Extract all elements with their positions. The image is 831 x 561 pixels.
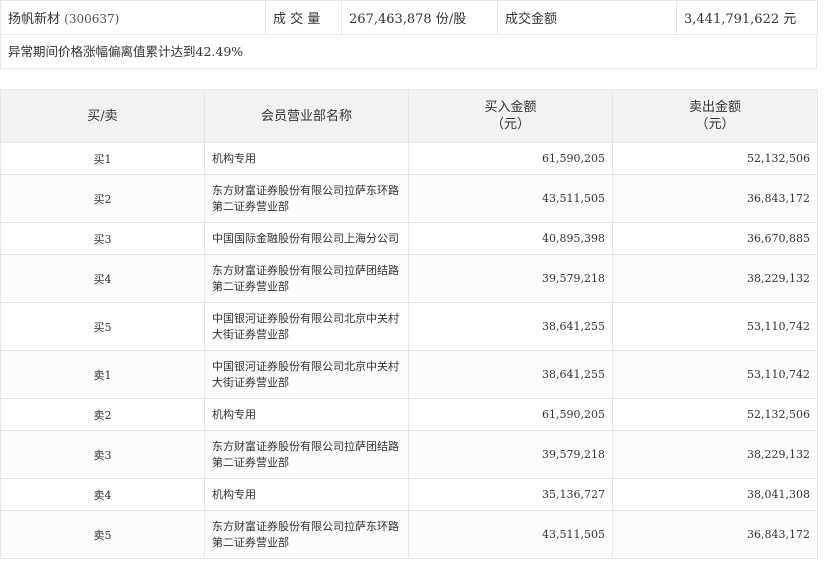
header-buy: 买入金额 （元） xyxy=(408,89,613,143)
table-row: 买2 东方财富证券股份有限公司拉萨东环路 第二证券营业部 43,511,505 36,8… xyxy=(0,174,818,223)
dept-cell: 中国银河证券股份有限公司北京中关村 大街证券营业部 xyxy=(204,350,409,399)
stock-report: 扬帆新材 (300637) 成 交 量 267,463,878 份/股 成交金额… xyxy=(0,0,818,559)
sell-amount-cell: 36,843,172 xyxy=(612,510,818,559)
dept-cell: 中国国际金融股份有限公司上海分公司 xyxy=(204,222,409,255)
side-cell: 买5 xyxy=(0,302,205,351)
dept-line-2: 大街证券营业部 xyxy=(212,375,289,389)
header-buy-unit: （元） xyxy=(490,117,530,132)
buy-amount-cell: 39,579,218 xyxy=(408,430,613,479)
amount-label: 成交金额 xyxy=(497,0,677,35)
side-cell: 买1 xyxy=(0,142,205,175)
dept-line-1: 机构专用 xyxy=(212,151,256,165)
side-cell: 卖1 xyxy=(0,350,205,399)
deviation-note: 异常期间价格涨幅偏离值累计达到42.49% xyxy=(0,35,817,69)
dept-line-2: 第二证券营业部 xyxy=(212,535,289,549)
side-cell: 买3 xyxy=(0,222,205,255)
dept-line-1: 东方财富证券股份有限公司拉萨团结路 xyxy=(212,263,399,277)
buy-amount-cell: 38,641,255 xyxy=(408,350,613,399)
header-dept: 会员营业部名称 xyxy=(204,89,409,143)
table-row: 卖1 中国银河证券股份有限公司北京中关村 大街证券营业部 38,641,255 53,1… xyxy=(0,350,818,399)
table-row: 卖4 机构专用 35,136,727 38,041,308 xyxy=(0,478,818,511)
sell-amount-cell: 36,843,172 xyxy=(612,174,818,223)
buy-amount-cell: 35,136,727 xyxy=(408,478,613,511)
stock-code: (300637) xyxy=(64,12,120,26)
header-sell: 卖出金额 （元） xyxy=(612,89,818,143)
dept-line-1: 中国银河证券股份有限公司北京中关村 xyxy=(212,311,399,325)
dept-line-2: 大街证券营业部 xyxy=(212,327,289,341)
stock-cell: 扬帆新材 (300637) xyxy=(0,0,266,35)
table-row: 买5 中国银河证券股份有限公司北京中关村 大街证券营业部 38,641,255 53,1… xyxy=(0,302,818,351)
dept-cell: 东方财富证券股份有限公司拉萨团结路 第二证券营业部 xyxy=(204,430,409,479)
volume-label: 成 交 量 xyxy=(265,0,342,35)
side-cell: 买4 xyxy=(0,254,205,303)
stock-name: 扬帆新材 xyxy=(8,12,61,27)
table-row: 买1 机构专用 61,590,205 52,132,506 xyxy=(0,142,818,175)
dept-cell: 机构专用 xyxy=(204,398,409,431)
dept-line-2: 第二证券营业部 xyxy=(212,279,289,293)
buy-amount-cell: 43,511,505 xyxy=(408,510,613,559)
side-cell: 买2 xyxy=(0,174,205,223)
buy-amount-cell: 39,579,218 xyxy=(408,254,613,303)
dept-line-1: 中国银河证券股份有限公司北京中关村 xyxy=(212,359,399,373)
side-cell: 卖4 xyxy=(0,478,205,511)
side-cell: 卖2 xyxy=(0,398,205,431)
header-side: 买/卖 xyxy=(0,89,205,143)
table-header-row: 买/卖 会员营业部名称 买入金额 （元） 卖出金额 （元） xyxy=(0,89,818,143)
amount-value: 3,441,791,622 元 xyxy=(676,0,818,35)
table-row: 买3 中国国际金融股份有限公司上海分公司 40,895,398 36,670,885 xyxy=(0,222,818,255)
header-buy-label: 买入金额 xyxy=(484,100,537,115)
table-row: 买4 东方财富证券股份有限公司拉萨团结路 第二证券营业部 39,579,218 38,2… xyxy=(0,254,818,303)
sell-amount-cell: 53,110,742 xyxy=(612,350,818,399)
dept-line-1: 中国国际金融股份有限公司上海分公司 xyxy=(212,231,399,245)
summary-row: 扬帆新材 (300637) 成 交 量 267,463,878 份/股 成交金额… xyxy=(0,0,818,35)
dept-line-1: 东方财富证券股份有限公司拉萨团结路 xyxy=(212,439,399,453)
dept-cell: 机构专用 xyxy=(204,142,409,175)
sell-amount-cell: 38,041,308 xyxy=(612,478,818,511)
dept-cell: 东方财富证券股份有限公司拉萨东环路 第二证券营业部 xyxy=(204,510,409,559)
sell-amount-cell: 38,229,132 xyxy=(612,430,818,479)
dept-line-1: 机构专用 xyxy=(212,487,256,501)
dept-line-1: 机构专用 xyxy=(212,407,256,421)
table-row: 卖2 机构专用 61,590,205 52,132,506 xyxy=(0,398,818,431)
dept-line-1: 东方财富证券股份有限公司拉萨东环路 xyxy=(212,519,399,533)
dept-cell: 东方财富证券股份有限公司拉萨团结路 第二证券营业部 xyxy=(204,254,409,303)
side-cell: 卖3 xyxy=(0,430,205,479)
header-sell-unit: （元） xyxy=(695,117,735,132)
dept-line-2: 第二证券营业部 xyxy=(212,199,289,213)
volume-value: 267,463,878 份/股 xyxy=(341,0,498,35)
sell-amount-cell: 53,110,742 xyxy=(612,302,818,351)
sell-amount-cell: 36,670,885 xyxy=(612,222,818,255)
sell-amount-cell: 52,132,506 xyxy=(612,142,818,175)
table-body: 买1 机构专用 61,590,205 52,132,506 买2 东方财富证券股份有限公司… xyxy=(0,142,818,559)
table-row: 卖5 东方财富证券股份有限公司拉萨东环路 第二证券营业部 43,511,505 36,8… xyxy=(0,510,818,559)
dept-line-2: 第二证券营业部 xyxy=(212,455,289,469)
buy-amount-cell: 43,511,505 xyxy=(408,174,613,223)
buy-amount-cell: 61,590,205 xyxy=(408,398,613,431)
sell-amount-cell: 38,229,132 xyxy=(612,254,818,303)
summary-table: 扬帆新材 (300637) 成 交 量 267,463,878 份/股 成交金额… xyxy=(0,0,818,35)
header-sell-label: 卖出金额 xyxy=(688,100,741,115)
trading-seats-table: 买/卖 会员营业部名称 买入金额 （元） 卖出金额 （元） 买1 机构专用 61,5… xyxy=(0,89,818,559)
dept-cell: 东方财富证券股份有限公司拉萨东环路 第二证券营业部 xyxy=(204,174,409,223)
table-row: 卖3 东方财富证券股份有限公司拉萨团结路 第二证券营业部 39,579,218 38,2… xyxy=(0,430,818,479)
dept-cell: 中国银河证券股份有限公司北京中关村 大街证券营业部 xyxy=(204,302,409,351)
dept-line-1: 东方财富证券股份有限公司拉萨东环路 xyxy=(212,183,399,197)
buy-amount-cell: 40,895,398 xyxy=(408,222,613,255)
dept-cell: 机构专用 xyxy=(204,478,409,511)
side-cell: 卖5 xyxy=(0,510,205,559)
buy-amount-cell: 38,641,255 xyxy=(408,302,613,351)
buy-amount-cell: 61,590,205 xyxy=(408,142,613,175)
sell-amount-cell: 52,132,506 xyxy=(612,398,818,431)
